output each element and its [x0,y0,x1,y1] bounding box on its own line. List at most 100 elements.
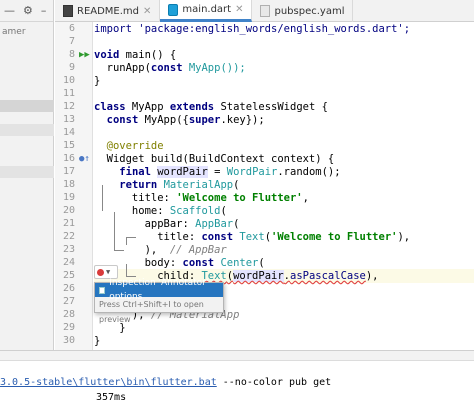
code-text: super [188,114,221,126]
line-number: 21 [62,218,75,229]
override-marker-icon[interactable]: ●↑ [79,152,90,166]
markdown-file-icon [63,5,73,17]
code-text: title: [94,192,177,204]
chevron-down-icon: ▼ [106,268,111,276]
closing-guide-line [114,250,124,251]
closing-guide-line [126,264,127,276]
code-text: , [302,192,309,204]
code-text: .random(); [277,166,341,178]
tab-main-dart[interactable]: main.dart ✕ [160,0,253,22]
code-line: title: 'Welcome to Flutter', [94,191,474,205]
code-text: @override [94,140,164,152]
inspection-icon [99,286,106,294]
yaml-file-icon [260,5,271,17]
line-number: 13 [62,114,75,125]
project-tree-row[interactable] [0,124,54,136]
code-text: asPascalCase [290,270,366,282]
gear-icon[interactable]: ⚙ [23,4,33,17]
code-text: MaterialApp [163,179,234,191]
line-number: 25 [62,270,75,281]
console-command-line: 3.0.5-stable\flutter\bin\flutter.bat --n… [0,377,331,388]
code-text: .key}); [220,114,265,126]
code-text: MyApp [125,101,170,113]
code-text: const [182,257,215,269]
line-number: 10 [62,75,75,86]
closing-guide-line [114,212,115,250]
code-text: import 'package:english_words/english_wo… [94,23,411,35]
run-console: 3.0.5-stable\flutter\bin\flutter.bat --n… [0,350,474,415]
code-text: 'Welcome to Flutter' [271,231,398,243]
console-header [0,351,474,361]
line-number: 7 [68,36,75,47]
project-tree-row[interactable] [0,166,54,178]
editor-gutter[interactable]: 6 7 8 9 10 11 12 13 14 15 16 17 18 19 20… [55,22,93,350]
line-number: 27 [62,296,75,307]
line-number: 26 [62,283,75,294]
code-line: void main() { [94,48,474,62]
inspection-options-item[interactable]: Inspection 'Annotator' options [95,278,223,302]
code-text: ( [258,257,265,269]
line-number: 23 [62,244,75,255]
code-text: final [119,166,151,178]
line-number: 6 [68,23,75,34]
code-text: runApp( [94,62,151,74]
code-line: appBar: AppBar( [94,217,474,231]
code-text: void [94,49,120,61]
project-tree-selection[interactable] [0,100,54,112]
code-text: ( [233,179,240,191]
code-text: 'Welcome to Flutter' [176,192,303,204]
code-text: ), [94,244,158,256]
code-text: const [201,231,234,243]
line-number: 20 [62,205,75,216]
tab-label: main.dart [182,4,232,15]
code-text: ( [233,218,240,230]
code-line: } [94,321,474,335]
editor-tabs: README.md ✕ main.dart ✕ pubspec.yaml [55,0,474,22]
code-line: home: Scaffold( [94,204,474,218]
code-line: title: const Text('Welcome to Flutter'), [94,230,474,244]
line-number: 14 [62,127,75,138]
closing-guide-line [102,185,103,211]
code-line: body: const Center( [94,256,474,270]
code-text: extends [169,101,215,113]
code-line: import 'package:english_words/english_wo… [94,22,474,36]
project-toolbar: — ⚙ – [0,0,53,22]
close-icon[interactable]: ✕ [235,4,243,15]
code-line: return MaterialApp( [94,178,474,192]
code-text: AppBar [195,218,234,230]
code-line: } [94,334,474,348]
code-text: const [150,62,183,74]
code-comment: // AppBar [157,244,227,256]
project-panel: — ⚙ – amer [0,0,54,350]
code-text: ), [365,270,379,282]
code-text: ( [220,205,227,217]
line-number: 16 [62,153,75,164]
code-text: title: [94,231,202,243]
project-path-fragment: amer [2,27,26,37]
console-text: --no-color pub get [216,377,332,388]
collapse-icon[interactable]: — [4,4,15,17]
close-icon[interactable]: ✕ [143,6,151,17]
error-dot-icon [97,268,104,276]
run-icon[interactable]: ▶▶ [79,48,90,62]
code-text: Center [220,257,259,269]
code-text: class [94,101,126,113]
code-text: Scaffold [169,205,221,217]
line-number: 22 [62,231,75,242]
code-line: class MyApp extends StatelessWidget { [94,100,474,114]
tab-label: pubspec.yaml [274,5,345,17]
flutter-bat-link[interactable]: 3.0.5-stable\flutter\bin\flutter.bat [0,377,217,388]
code-line: Widget build(BuildContext context) { [94,152,474,166]
line-number: 9 [68,62,75,73]
line-number: 8 [68,49,75,60]
minimize-icon[interactable]: – [41,4,47,17]
code-text: MyApp({ [138,114,189,126]
tab-readme[interactable]: README.md ✕ [55,0,161,22]
tab-pubspec[interactable]: pubspec.yaml [252,0,354,22]
line-number: 18 [62,179,75,190]
code-text: appBar: [94,218,196,230]
code-text: } [94,335,101,347]
code-text: home: [94,205,170,217]
code-text: ), [397,231,411,243]
